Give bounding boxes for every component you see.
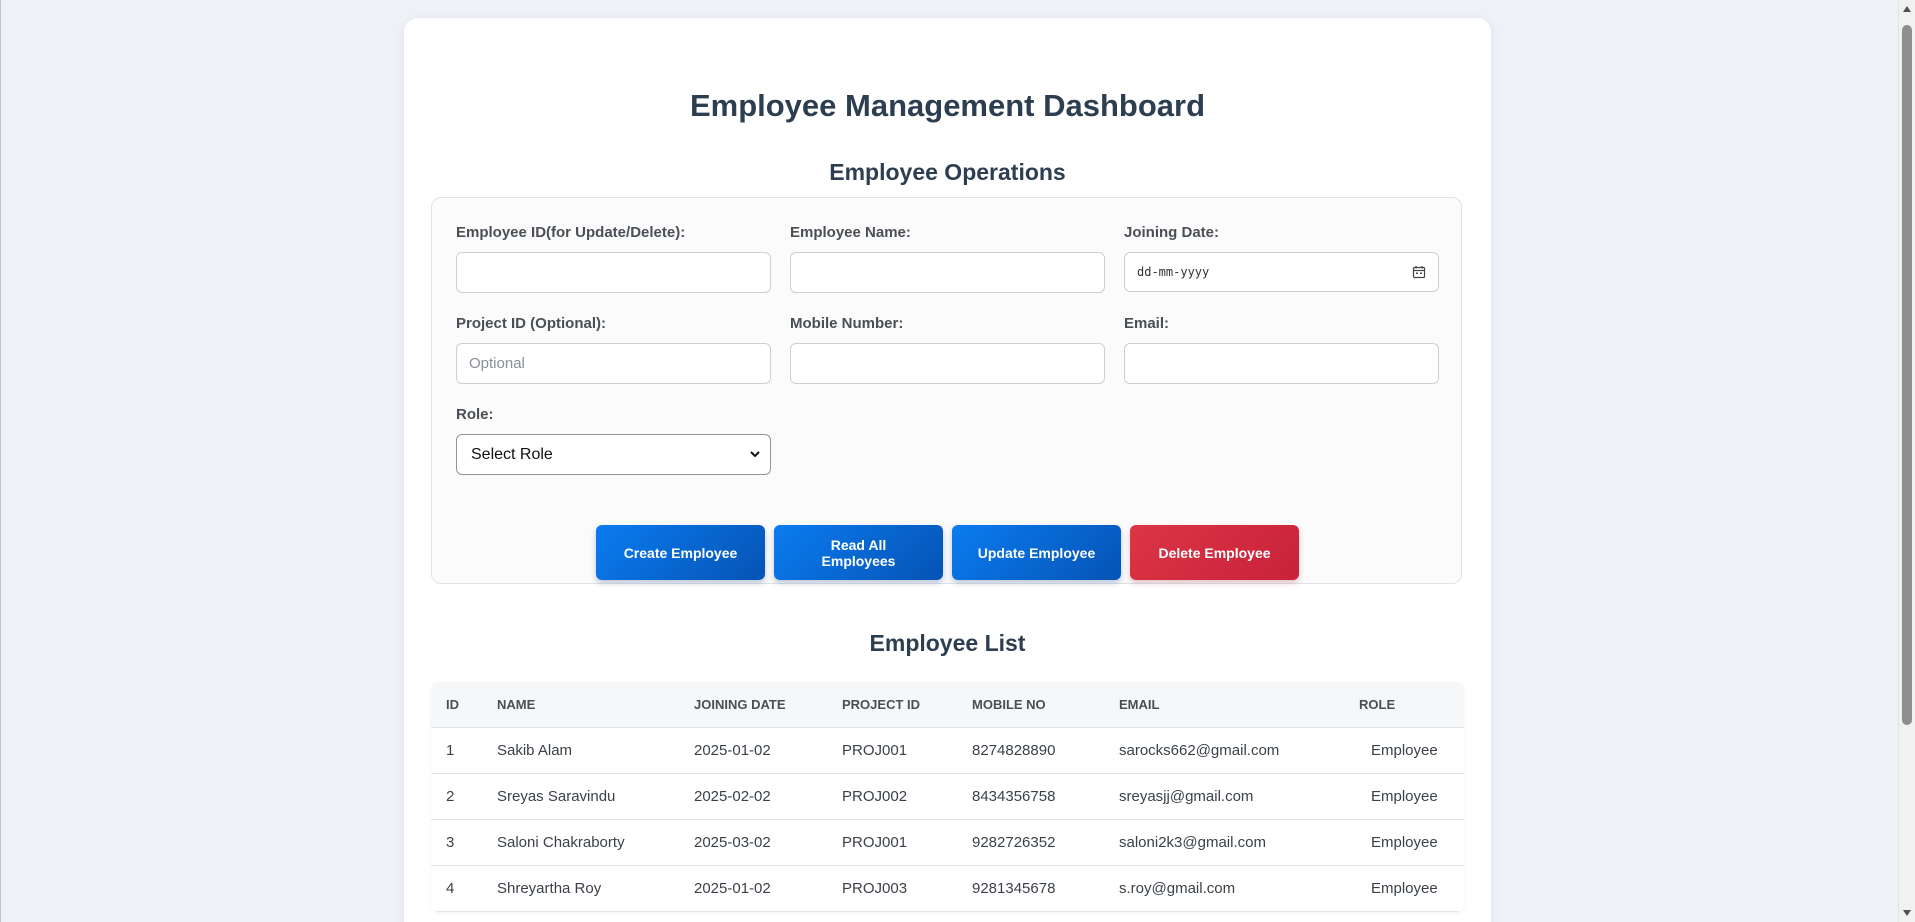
cell-joining-date: 2025-01-02: [679, 727, 827, 774]
cell-mobile-no: 8274828890: [957, 727, 1104, 774]
joining-date-input[interactable]: dd-mm-yyyy: [1124, 252, 1439, 292]
column-header-email: EMAIL: [1104, 682, 1344, 728]
employee-id-input[interactable]: [456, 252, 771, 293]
cell-email: s.roy@gmail.com: [1104, 865, 1344, 912]
project-id-label: Project ID (Optional):: [456, 315, 606, 332]
chevron-down-icon: [750, 451, 760, 458]
email-input[interactable]: [1124, 343, 1439, 384]
cell-email: saloni2k3@gmail.com: [1104, 819, 1344, 866]
cell-role: Employee: [1344, 773, 1464, 820]
joining-date-label: Joining Date:: [1124, 224, 1220, 241]
column-header-project-id: PROJECT ID: [827, 682, 957, 728]
joining-date-placeholder: dd-mm-yyyy: [1137, 265, 1210, 279]
cell-email: sarocks662@gmail.com: [1104, 727, 1344, 774]
cell-name: Sakib Alam: [482, 727, 679, 774]
calendar-icon[interactable]: [1412, 265, 1426, 279]
cell-joining-date: 2025-03-02: [679, 819, 827, 866]
cell-project-id: PROJ001: [827, 819, 957, 866]
dashboard-card: Employee Management Dashboard Employee O…: [404, 18, 1491, 922]
cell-project-id: PROJ003: [827, 865, 957, 912]
table-row: 1 Sakib Alam 2025-01-02 PROJ001 82748288…: [431, 727, 1464, 774]
cell-mobile-no: 9281345678: [957, 865, 1104, 912]
browser-viewport: Employee Management Dashboard Employee O…: [0, 0, 1915, 922]
column-header-name: NAME: [482, 682, 679, 728]
column-header-role: ROLE: [1344, 682, 1464, 728]
column-header-mobile-no: MOBILE NO: [957, 682, 1104, 728]
cell-project-id: PROJ002: [827, 773, 957, 820]
employee-list-heading: Employee List: [869, 630, 1026, 656]
employee-table: ID NAME JOINING DATE PROJECT ID MOBILE N…: [431, 682, 1464, 912]
create-employee-button[interactable]: Create Employee: [596, 525, 765, 580]
column-header-joining-date: JOINING DATE: [679, 682, 827, 728]
table-row: 4 Shreyartha Roy 2025-01-02 PROJ003 9281…: [431, 865, 1464, 912]
cell-id: 4: [431, 865, 482, 912]
scroll-down-arrow-icon[interactable]: [1902, 908, 1912, 918]
cell-joining-date: 2025-02-02: [679, 773, 827, 820]
cell-name: Shreyartha Roy: [482, 865, 679, 912]
operations-heading: Employee Operations: [829, 159, 1066, 185]
table-row: 2 Sreyas Saravindu 2025-02-02 PROJ002 84…: [431, 773, 1464, 820]
cell-mobile-no: 8434356758: [957, 773, 1104, 820]
email-label: Email:: [1124, 315, 1170, 332]
cell-email: sreyasjj@gmail.com: [1104, 773, 1344, 820]
employee-form: Employee ID(for Update/Delete): Employee…: [431, 197, 1462, 584]
update-employee-button[interactable]: Update Employee: [952, 525, 1121, 580]
project-id-input[interactable]: [456, 343, 771, 384]
cell-name: Saloni Chakraborty: [482, 819, 679, 866]
role-select-value: Select Role: [471, 446, 553, 463]
delete-employee-button[interactable]: Delete Employee: [1130, 525, 1299, 580]
scroll-up-arrow-icon[interactable]: [1902, 4, 1912, 14]
cell-name: Sreyas Saravindu: [482, 773, 679, 820]
cell-id: 1: [431, 727, 482, 774]
cell-mobile-no: 9282726352: [957, 819, 1104, 866]
cell-id: 2: [431, 773, 482, 820]
mobile-number-input[interactable]: [790, 343, 1105, 384]
employee-name-label: Employee Name:: [790, 224, 911, 241]
role-label: Role:: [456, 406, 494, 423]
scrollbar-thumb[interactable]: [1902, 25, 1912, 725]
table-row: 3 Saloni Chakraborty 2025-03-02 PROJ001 …: [431, 819, 1464, 866]
page-scrollbar[interactable]: [1898, 0, 1915, 922]
role-select[interactable]: Select Role: [456, 434, 771, 475]
column-header-id: ID: [431, 682, 482, 728]
cell-role: Employee: [1344, 865, 1464, 912]
employee-id-label: Employee ID(for Update/Delete):: [456, 224, 686, 241]
cell-role: Employee: [1344, 727, 1464, 774]
table-header-row: ID NAME JOINING DATE PROJECT ID MOBILE N…: [431, 682, 1464, 728]
employee-name-input[interactable]: [790, 252, 1105, 293]
cell-role: Employee: [1344, 819, 1464, 866]
page-title: Employee Management Dashboard: [689, 88, 1206, 123]
cell-project-id: PROJ001: [827, 727, 957, 774]
cell-id: 3: [431, 819, 482, 866]
read-all-employees-button[interactable]: Read All Employees: [774, 525, 943, 580]
mobile-number-label: Mobile Number:: [790, 315, 904, 332]
cell-joining-date: 2025-01-02: [679, 865, 827, 912]
